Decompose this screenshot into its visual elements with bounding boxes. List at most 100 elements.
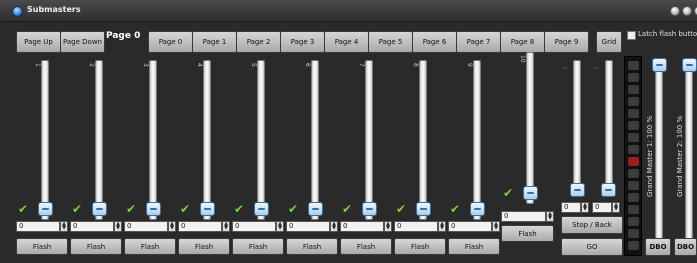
tab-page-8[interactable]: Page 8 — [500, 31, 545, 53]
tab-page-7[interactable]: Page 7 — [456, 31, 501, 53]
channel-fader-thumb[interactable] — [146, 202, 161, 216]
channel-fader-thumb[interactable] — [416, 202, 431, 216]
meter-led — [628, 61, 639, 70]
maximize-icon[interactable] — [682, 6, 692, 16]
check-icon[interactable]: ✔ — [342, 202, 352, 216]
flash-button[interactable]: Flash — [394, 238, 446, 255]
sequence-fader-a-spin[interactable]: ▲ ▼ — [581, 202, 589, 213]
channel-level-input[interactable]: 0 — [124, 221, 168, 232]
channel-level-input[interactable]: 0 — [16, 221, 60, 232]
flash-button[interactable]: Flash — [178, 238, 230, 255]
channel-level-spin[interactable]: ▲ ▼ — [546, 211, 554, 222]
channel-fader-track[interactable] — [95, 60, 103, 220]
channel-level-spin[interactable]: ▲ ▼ — [492, 221, 500, 232]
channel-fader-thumb[interactable] — [92, 202, 107, 216]
channel-number: 9 — [466, 63, 473, 67]
channel-level-spin[interactable]: ▲ ▼ — [276, 221, 284, 232]
sequence-fader-a-label: ⋮ — [561, 65, 568, 71]
channel-fader-track[interactable] — [419, 60, 427, 220]
sequence-fader-a-thumb[interactable] — [570, 183, 585, 197]
grand-master-2-dbo-button[interactable]: DBO — [674, 238, 697, 256]
tab-page-3[interactable]: Page 3 — [280, 31, 325, 53]
channel-level-input[interactable]: 0 — [70, 221, 114, 232]
flash-button[interactable]: Flash — [501, 225, 554, 242]
channel-level-spin[interactable]: ▲ ▼ — [60, 221, 68, 232]
channel-level-spin[interactable]: ▲ ▼ — [222, 221, 230, 232]
tab-page-9[interactable]: Page 9 — [544, 31, 589, 53]
sequence-fader-b-thumb[interactable] — [601, 183, 616, 197]
flash-button[interactable]: Flash — [340, 238, 392, 255]
channel-level-input[interactable]: 0 — [232, 221, 276, 232]
channel-fader-track[interactable] — [365, 60, 373, 220]
channel-fader-track[interactable] — [149, 60, 157, 220]
flash-button[interactable]: Flash — [232, 238, 284, 255]
grid-button[interactable]: Grid — [596, 31, 622, 53]
channel-level-input[interactable]: 0 — [340, 221, 384, 232]
minimize-icon[interactable] — [670, 6, 680, 16]
channel-level-spin[interactable]: ▲ ▼ — [168, 221, 176, 232]
flash-button[interactable]: Flash — [448, 238, 500, 255]
channel-level-spin[interactable]: ▲ ▼ — [438, 221, 446, 232]
stop-back-button[interactable]: Stop / Back — [561, 216, 623, 234]
channel-fader-thumb[interactable] — [254, 202, 269, 216]
channel-level-spin[interactable]: ▲ ▼ — [384, 221, 392, 232]
meter-led — [628, 229, 639, 238]
flash-button[interactable]: Flash — [70, 238, 122, 255]
channel-fader-track[interactable] — [257, 60, 265, 220]
channel-level-spin[interactable]: ▲ ▼ — [330, 221, 338, 232]
page-up-button[interactable]: Page Up — [16, 31, 61, 53]
go-button[interactable]: GO — [561, 238, 623, 256]
check-icon[interactable]: ✔ — [503, 186, 513, 200]
check-icon[interactable]: ✔ — [288, 202, 298, 216]
grand-master-2-label: Grand Master 2: 100 % — [676, 115, 684, 197]
channel-fader-thumb[interactable] — [470, 202, 485, 216]
grand-master-1-dbo-button[interactable]: DBO — [645, 238, 671, 256]
flash-button[interactable]: Flash — [286, 238, 338, 255]
channel-fader-track[interactable] — [311, 60, 319, 220]
check-icon[interactable]: ✔ — [234, 202, 244, 216]
latch-flash-checkbox[interactable] — [627, 31, 636, 40]
grand-master-1-thumb[interactable] — [652, 58, 667, 72]
channel-level-input[interactable]: 0 — [448, 221, 492, 232]
channel-level-input[interactable]: 0 — [501, 211, 546, 222]
channel-fader-track[interactable] — [203, 60, 211, 220]
tab-page-0[interactable]: Page 0 — [148, 31, 193, 53]
channel-level-input[interactable]: 0 — [394, 221, 438, 232]
flash-button[interactable]: Flash — [16, 238, 68, 255]
tab-page-5[interactable]: Page 5 — [368, 31, 413, 53]
grand-master-2-thumb[interactable] — [682, 58, 697, 72]
channel-level-input[interactable]: 0 — [178, 221, 222, 232]
check-icon[interactable]: ✔ — [180, 202, 190, 216]
channel-fader-thumb[interactable] — [308, 202, 323, 216]
grand-master-1-track[interactable] — [655, 58, 663, 240]
channel-fader-thumb[interactable] — [200, 202, 215, 216]
sequence-fader-b-track[interactable] — [605, 60, 613, 190]
channel-level-spin[interactable]: ▲ ▼ — [114, 221, 122, 232]
grand-master-2-track[interactable] — [685, 58, 693, 240]
channel-fader-track[interactable] — [526, 52, 534, 204]
sequence-fader-b-value[interactable]: 0 — [592, 202, 612, 213]
tab-page-2[interactable]: Page 2 — [236, 31, 281, 53]
flash-button[interactable]: Flash — [124, 238, 176, 255]
channel-fader-track[interactable] — [41, 60, 49, 220]
channel-fader-track[interactable] — [473, 60, 481, 220]
check-icon[interactable]: ✔ — [126, 202, 136, 216]
sequence-fader-a-track[interactable] — [573, 60, 581, 190]
tab-page-6[interactable]: Page 6 — [412, 31, 457, 53]
channel-fader-thumb[interactable] — [362, 202, 377, 216]
check-icon[interactable]: ✔ — [72, 202, 82, 216]
channel-fader-thumb[interactable] — [38, 202, 53, 216]
check-icon[interactable]: ✔ — [450, 202, 460, 216]
check-icon[interactable]: ✔ — [396, 202, 406, 216]
meter-led — [628, 145, 639, 154]
sequence-fader-a-value[interactable]: 0 — [561, 202, 581, 213]
channel-number: 10 — [519, 55, 526, 63]
page-down-button[interactable]: Page Down — [60, 31, 105, 53]
channel-level-input[interactable]: 0 — [286, 221, 330, 232]
check-icon[interactable]: ✔ — [18, 202, 28, 216]
tab-page-4[interactable]: Page 4 — [324, 31, 369, 53]
sequence-fader-b-spin[interactable]: ▲ ▼ — [612, 202, 620, 213]
channel-fader-thumb[interactable] — [523, 186, 538, 200]
meter-led — [628, 121, 639, 130]
tab-page-1[interactable]: Page 1 — [192, 31, 237, 53]
